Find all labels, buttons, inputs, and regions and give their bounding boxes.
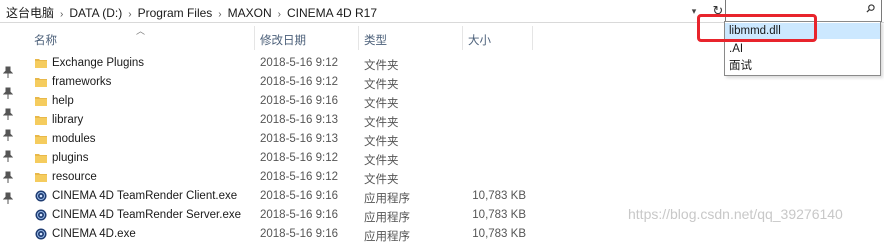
file-type: 文件夹 [364, 60, 399, 72]
file-name: library [52, 114, 84, 126]
folder-icon [35, 59, 47, 68]
file-type: 文件夹 [364, 174, 399, 186]
list-item[interactable]: plugins 2018-5-16 9:12 文件夹 [24, 150, 744, 168]
breadcrumb-item[interactable]: MAXON [228, 6, 272, 20]
chevron-right-icon[interactable]: › [128, 9, 131, 20]
column-header-size[interactable]: 大小 [468, 32, 491, 48]
cinema4d-app-icon [35, 228, 47, 240]
file-date: 2018-5-16 9:12 [260, 57, 339, 69]
folder-icon [35, 173, 47, 182]
pin-icon[interactable] [3, 150, 13, 162]
sort-up-icon: ︿ [136, 26, 146, 36]
pin-icon[interactable] [3, 129, 13, 141]
file-size: 10,783 KB [472, 209, 526, 221]
file-type: 应用程序 [364, 193, 410, 205]
file-name: plugins [52, 152, 89, 164]
file-name: help [52, 95, 74, 107]
file-date: 2018-5-16 9:16 [260, 209, 339, 221]
file-size: 10,783 KB [472, 190, 526, 202]
file-date: 2018-5-16 9:12 [260, 76, 339, 88]
file-name: Exchange Plugins [52, 57, 145, 69]
chevron-right-icon[interactable]: › [60, 9, 63, 20]
file-name: CINEMA 4D TeamRender Client.exe [52, 190, 238, 202]
breadcrumb: 这台电脑 › DATA (D:) › Program Files › MAXON › CINEM… [6, 4, 377, 21]
breadcrumb-item[interactable]: DATA (D:) [69, 6, 122, 20]
pin-icon[interactable] [3, 66, 13, 78]
watermark: https://blog.csdn.net/qq_39276140 [628, 206, 843, 222]
column-header-type[interactable]: 类型 [364, 32, 387, 48]
file-type: 应用程序 [364, 231, 410, 243]
file-date: 2018-5-16 9:16 [260, 95, 339, 107]
file-date: 2018-5-16 9:16 [260, 228, 339, 240]
file-name: frameworks [52, 76, 112, 88]
cinema4d-app-icon [35, 209, 47, 221]
column-header-name[interactable]: 名称 [34, 32, 57, 48]
file-size: 10,783 KB [472, 228, 526, 240]
folder-icon [35, 97, 47, 106]
file-type: 文件夹 [364, 117, 399, 129]
list-item[interactable]: CINEMA 4D.exe 2018-5-16 9:16 应用程序 10,783 KB [24, 226, 744, 244]
file-date: 2018-5-16 9:12 [260, 171, 339, 183]
list-item[interactable]: CINEMA 4D TeamRender Client.exe 2018-5-16… [24, 188, 744, 206]
file-type: 文件夹 [364, 155, 399, 167]
list-item[interactable]: library 2018-5-16 9:13 文件夹 [24, 112, 744, 130]
suggestion-item[interactable]: .AI [725, 41, 880, 57]
file-date: 2018-5-16 9:13 [260, 133, 339, 145]
file-date: 2018-5-16 9:16 [260, 190, 339, 202]
chevron-right-icon[interactable]: › [278, 9, 281, 20]
list-item[interactable]: help 2018-5-16 9:16 文件夹 [24, 93, 744, 111]
file-type: 文件夹 [364, 136, 399, 148]
file-name: resource [52, 171, 97, 183]
list-item[interactable]: frameworks 2018-5-16 9:12 文件夹 [24, 74, 744, 92]
pin-icon[interactable] [3, 192, 13, 204]
file-name: CINEMA 4D.exe [52, 228, 136, 240]
file-type: 文件夹 [364, 79, 399, 91]
column-divider[interactable] [462, 26, 463, 50]
list-item[interactable]: Exchange Plugins 2018-5-16 9:12 文件夹 [24, 55, 744, 73]
list-item[interactable]: resource 2018-5-16 9:12 文件夹 [24, 169, 744, 187]
chevron-right-icon[interactable]: › [218, 9, 221, 20]
breadcrumb-item[interactable]: 这台电脑 [6, 6, 54, 20]
file-name: modules [52, 133, 96, 145]
folder-icon [35, 116, 47, 125]
file-date: 2018-5-16 9:12 [260, 152, 339, 164]
breadcrumb-item[interactable]: Program Files [138, 6, 213, 20]
file-name: CINEMA 4D TeamRender Server.exe [52, 209, 241, 221]
column-header-date[interactable]: 修改日期 [260, 32, 306, 48]
pin-icon[interactable] [3, 108, 13, 120]
file-type: 应用程序 [364, 212, 410, 224]
folder-icon [35, 135, 47, 144]
column-divider[interactable] [532, 26, 533, 50]
file-date: 2018-5-16 9:13 [260, 114, 339, 126]
pin-icon[interactable] [3, 87, 13, 99]
search-icon[interactable] [866, 4, 875, 13]
column-divider[interactable] [358, 26, 359, 50]
folder-icon [35, 78, 47, 87]
file-type: 文件夹 [364, 98, 399, 110]
suggestion-item[interactable]: 面试 [725, 58, 880, 74]
breadcrumb-item[interactable]: CINEMA 4D R17 [287, 6, 377, 20]
column-divider[interactable] [254, 26, 255, 50]
cinema4d-app-icon [35, 190, 47, 202]
list-item[interactable]: modules 2018-5-16 9:13 文件夹 [24, 131, 744, 149]
folder-icon [35, 154, 47, 163]
annotation-highlight [697, 14, 817, 42]
pin-icon[interactable] [3, 171, 13, 183]
